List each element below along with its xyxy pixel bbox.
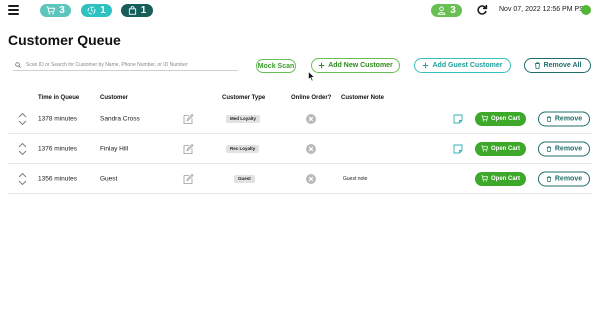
users-count: 3	[450, 5, 456, 16]
cart-icon	[481, 175, 488, 182]
x-circle-icon	[308, 116, 314, 121]
trash-icon	[546, 145, 552, 152]
current-datetime: Nov 07, 2022 12:56 PM PST	[499, 6, 589, 13]
cart-icon	[481, 115, 488, 122]
remove-label: Remove	[554, 175, 583, 182]
open-cart-button[interactable]: Open Cart	[475, 111, 526, 126]
add-new-customer-label: Add New Customer	[328, 62, 393, 69]
plus-icon	[319, 62, 325, 69]
time-in-queue: 1378 minutes	[38, 115, 78, 122]
connection-status-dot	[581, 5, 591, 15]
note-icon[interactable]	[453, 114, 463, 124]
edit-icon[interactable]	[183, 173, 194, 184]
online-order-indicator	[306, 173, 316, 184]
bag-count-pill[interactable]: 1	[121, 4, 153, 17]
pickup-icon	[87, 6, 96, 15]
header-online-order: Online Order?	[291, 95, 332, 101]
reorder-arrows-icon[interactable]	[18, 112, 27, 126]
cart-icon	[481, 145, 488, 152]
cart-count-pill[interactable]: 3	[40, 4, 71, 17]
top-bar: 3 1 1 3 Nov 07, 2022 12:56 PM PST	[0, 0, 600, 22]
trash-icon	[534, 62, 540, 69]
time-in-queue: 1356 minutes	[38, 175, 78, 182]
search-input[interactable]	[26, 62, 236, 68]
hamburger-menu-icon[interactable]	[8, 5, 19, 15]
trash-icon	[546, 115, 552, 122]
online-order-indicator	[306, 113, 316, 124]
trash-icon	[546, 175, 552, 182]
bag-count: 1	[140, 5, 147, 16]
remove-all-button[interactable]: Remove All	[524, 58, 591, 73]
header-customer-type: Customer Type	[222, 95, 266, 101]
header-customer: Customer	[100, 95, 129, 101]
customer-note: Guest note	[343, 175, 368, 182]
add-new-customer-button[interactable]: Add New Customer	[311, 58, 400, 73]
customer-type-badge: Med Loyalty	[226, 114, 261, 123]
table-row: 1378 minutes Sandra Cross Med Loyalty Op…	[8, 104, 592, 134]
remove-all-label: Remove All	[543, 62, 582, 69]
cart-icon	[46, 6, 56, 15]
add-guest-customer-label: Add Guest Customer	[432, 62, 503, 69]
search-icon	[15, 62, 21, 68]
open-cart-label: Open Cart	[490, 175, 520, 182]
table-row: 1356 minutes Guest Guest Guest note Open…	[8, 164, 592, 194]
page-title: Customer Queue	[8, 32, 121, 48]
pickup-count-pill[interactable]: 1	[81, 4, 112, 17]
customer-name: Guest	[100, 175, 118, 182]
x-circle-icon	[308, 146, 314, 151]
customer-type-badge: Rec Loyalty	[226, 144, 260, 153]
remove-label: Remove	[554, 115, 583, 122]
remove-label: Remove	[554, 145, 583, 152]
edit-icon[interactable]	[183, 143, 194, 154]
online-order-indicator	[306, 143, 316, 154]
header-customer-note: Customer Note	[341, 95, 385, 101]
pickup-count: 1	[100, 5, 106, 16]
time-in-queue: 1376 minutes	[38, 145, 78, 152]
edit-icon[interactable]	[183, 113, 194, 124]
mock-scan-label: Mock Scan	[257, 62, 295, 70]
reorder-arrows-icon[interactable]	[18, 142, 27, 156]
reorder-arrows-icon[interactable]	[18, 172, 27, 186]
search-field[interactable]	[13, 60, 238, 71]
customer-name: Sandra Cross	[100, 115, 140, 122]
customer-name: Finlay Hill	[100, 145, 129, 152]
note-icon[interactable]	[453, 144, 463, 154]
open-cart-button[interactable]: Open Cart	[475, 141, 526, 156]
remove-button[interactable]: Remove	[538, 171, 590, 186]
open-cart-label: Open Cart	[490, 145, 520, 152]
mouse-pointer-icon	[308, 71, 316, 82]
plus-icon	[423, 62, 429, 69]
users-count-pill[interactable]: 3	[431, 4, 462, 17]
user-icon	[437, 6, 446, 15]
remove-button[interactable]: Remove	[538, 111, 590, 126]
add-guest-customer-button[interactable]: Add Guest Customer	[414, 58, 511, 73]
x-circle-icon	[308, 176, 314, 181]
header-time-in-queue: Time in Queue	[38, 95, 80, 101]
bag-icon	[128, 6, 136, 15]
cart-count: 3	[59, 5, 65, 16]
open-cart-button[interactable]: Open Cart	[475, 171, 526, 186]
mock-scan-button[interactable]: Mock Scan	[256, 59, 296, 73]
remove-button[interactable]: Remove	[538, 141, 590, 156]
open-cart-label: Open Cart	[490, 115, 520, 122]
refresh-icon[interactable]	[476, 4, 488, 16]
table-row: 1376 minutes Finlay Hill Rec Loyalty Ope…	[8, 134, 592, 164]
customer-type-badge: Guest	[234, 174, 255, 183]
